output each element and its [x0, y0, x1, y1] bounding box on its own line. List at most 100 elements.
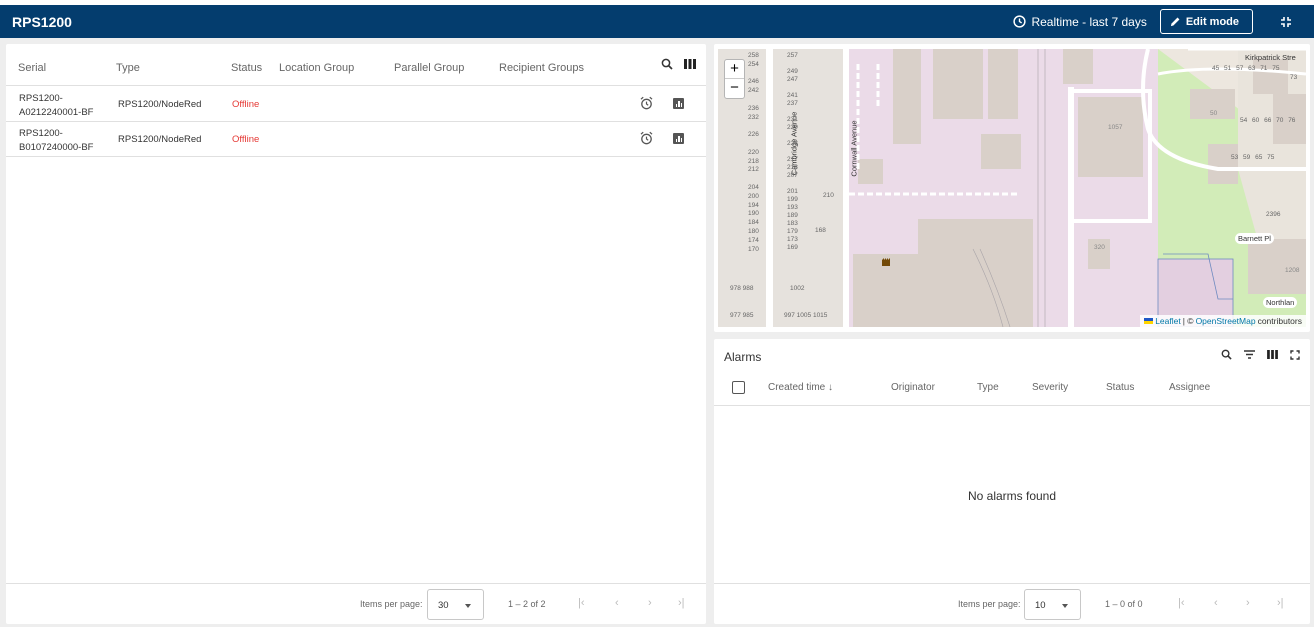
house-number: 73: [1290, 74, 1298, 81]
col-parallel-group[interactable]: Parallel Group: [394, 62, 464, 74]
serial-cell: RPS1200- A0212240001-BF: [19, 93, 94, 118]
page-range-label: 1 – 2 of 2: [508, 599, 546, 609]
attribution-separator: | ©: [1182, 316, 1194, 326]
house-number: 997 1005 1015: [784, 312, 828, 319]
timewindow-button[interactable]: Realtime - last 7 days: [1013, 14, 1147, 29]
dropdown-caret-icon: [465, 604, 471, 608]
prev-page-icon[interactable]: ‹: [615, 597, 619, 609]
edit-mode-label: Edit mode: [1185, 15, 1239, 28]
col-serial[interactable]: Serial: [18, 62, 46, 74]
type-cell: RPS1200/NodeRed: [118, 99, 202, 110]
next-page-icon[interactable]: ›: [1246, 597, 1250, 609]
col-severity[interactable]: Severity: [1032, 382, 1068, 393]
status-cell: Offline: [232, 134, 260, 145]
bar-chart-icon[interactable]: [673, 133, 684, 144]
street-label: Barnett Pl: [1235, 233, 1274, 244]
alarm-clock-icon[interactable]: [640, 131, 653, 145]
house-number: 1208: [1285, 267, 1300, 274]
house-number: 168: [815, 227, 826, 234]
house-numbers-mid: 257 249 247 241 237 231 229 223 217 213 207 …: [787, 52, 798, 251]
house-numbers-left: 258 254 246 242 236 232 226 220 218 212 204 2…: [748, 52, 759, 253]
osm-link[interactable]: OpenStreetMap: [1196, 316, 1256, 326]
sort-arrow-icon: ↓: [828, 382, 834, 393]
serial-cell: RPS1200- B0107240000-BF: [19, 128, 94, 153]
columns-icon[interactable]: [684, 59, 696, 69]
alarms-toolbar: [1221, 349, 1300, 360]
filter-icon[interactable]: [1244, 350, 1255, 359]
first-page-icon[interactable]: |‹: [1178, 597, 1185, 609]
page-size-select[interactable]: 10: [1024, 589, 1081, 620]
house-number: 50: [1210, 110, 1218, 117]
map-widget: Cambridge Avenue Cornwall Avenue Kirkpat…: [714, 44, 1310, 332]
table-row[interactable]: RPS1200- B0107240000-BF RPS1200/NodeRed O…: [6, 122, 706, 157]
select-all-checkbox[interactable]: [732, 381, 745, 394]
street-label: Kirkpatrick Stre: [1245, 53, 1296, 62]
timewindow-label: Realtime - last 7 days: [1031, 14, 1147, 29]
house-number: 1057: [1108, 124, 1123, 131]
alarms-table-header: Created time ↓ Originator Type Severity …: [714, 373, 1310, 406]
col-type[interactable]: Type: [116, 62, 140, 74]
map-tiles: [718, 49, 1306, 327]
pencil-icon: [1170, 17, 1180, 27]
last-page-icon[interactable]: ›|: [678, 597, 685, 609]
devices-table-header: Serial Type Status Location Group Parall…: [6, 44, 706, 86]
house-number: 320: [1094, 244, 1105, 251]
col-status[interactable]: Status: [231, 62, 262, 74]
house-number: 978 988: [730, 285, 754, 292]
dashboard-toolbar: RPS1200 Realtime - last 7 days Edit mode: [0, 0, 1314, 38]
items-per-page-label: Items per page:: [360, 599, 423, 609]
clock-icon: [1013, 15, 1027, 28]
search-icon[interactable]: [1221, 349, 1232, 360]
alarms-paginator: Items per page: 10 1 – 0 of 0 |‹ ‹ › ›|: [714, 583, 1310, 624]
last-page-icon[interactable]: ›|: [1277, 597, 1284, 609]
leaflet-link[interactable]: Leaflet: [1155, 316, 1181, 326]
devices-table-widget: Serial Type Status Location Group Parall…: [6, 44, 706, 624]
house-numbers-topright: 45 51 57 63 71 75: [1212, 65, 1280, 72]
columns-icon[interactable]: [1267, 350, 1278, 359]
widget-title: Alarms: [724, 350, 762, 364]
col-assignee[interactable]: Assignee: [1169, 382, 1210, 393]
alarm-clock-icon[interactable]: [640, 96, 653, 110]
house-number: 2396: [1266, 211, 1281, 218]
dropdown-caret-icon: [1062, 604, 1068, 608]
first-page-icon[interactable]: |‹: [578, 597, 585, 609]
next-page-icon[interactable]: ›: [648, 597, 652, 609]
map-canvas[interactable]: Cambridge Avenue Cornwall Avenue Kirkpat…: [718, 49, 1306, 327]
bar-chart-icon[interactable]: [673, 98, 684, 109]
factory-icon: [882, 258, 890, 266]
type-cell: RPS1200/NodeRed: [118, 134, 202, 145]
devices-paginator: Items per page: 30 1 – 2 of 2 |‹ ‹ › ›|: [6, 583, 706, 624]
prev-page-icon[interactable]: ‹: [1214, 597, 1218, 609]
house-number: 210: [823, 192, 834, 199]
items-per-page-label: Items per page:: [958, 599, 1021, 609]
attribution-suffix: contributors: [1257, 316, 1302, 326]
dashboard-title: RPS1200: [12, 13, 72, 30]
table-row[interactable]: RPS1200- A0212240001-BF RPS1200/NodeRed O…: [6, 87, 706, 122]
alarms-widget: Alarms Created time ↓ Originator Type Se…: [714, 339, 1310, 624]
col-created-time[interactable]: Created time ↓: [768, 382, 833, 393]
col-originator[interactable]: Originator: [891, 382, 935, 393]
col-type[interactable]: Type: [977, 382, 999, 393]
map-attribution: Leaflet | © OpenStreetMap contributors: [1140, 315, 1306, 327]
street-label: Northlan: [1263, 297, 1298, 308]
col-status[interactable]: Status: [1106, 382, 1134, 393]
zoom-in-button[interactable]: +: [725, 60, 744, 79]
house-numbers-topright: 53 59 65 75: [1231, 154, 1275, 161]
map-zoom-control: + −: [724, 59, 745, 99]
street-label: Cornwall Avenue: [849, 120, 859, 177]
page-range-label: 1 – 0 of 0: [1105, 599, 1143, 609]
zoom-out-button[interactable]: −: [725, 79, 744, 98]
col-location-group[interactable]: Location Group: [279, 62, 354, 74]
search-icon[interactable]: [661, 58, 673, 70]
status-cell: Offline: [232, 99, 260, 110]
edit-mode-button[interactable]: Edit mode: [1159, 9, 1253, 34]
exit-fullscreen-icon[interactable]: [1280, 16, 1292, 28]
house-numbers-topright: 54 60 66 70 76: [1240, 117, 1296, 124]
ukraine-flag-icon: [1144, 318, 1154, 324]
house-number: 977 985: [730, 312, 754, 319]
empty-state-message: No alarms found: [967, 489, 1057, 503]
page-size-select[interactable]: 30: [427, 589, 484, 620]
fullscreen-icon[interactable]: [1290, 349, 1300, 360]
house-number: 1002: [790, 285, 805, 292]
col-recipient-groups[interactable]: Recipient Groups: [499, 62, 584, 74]
